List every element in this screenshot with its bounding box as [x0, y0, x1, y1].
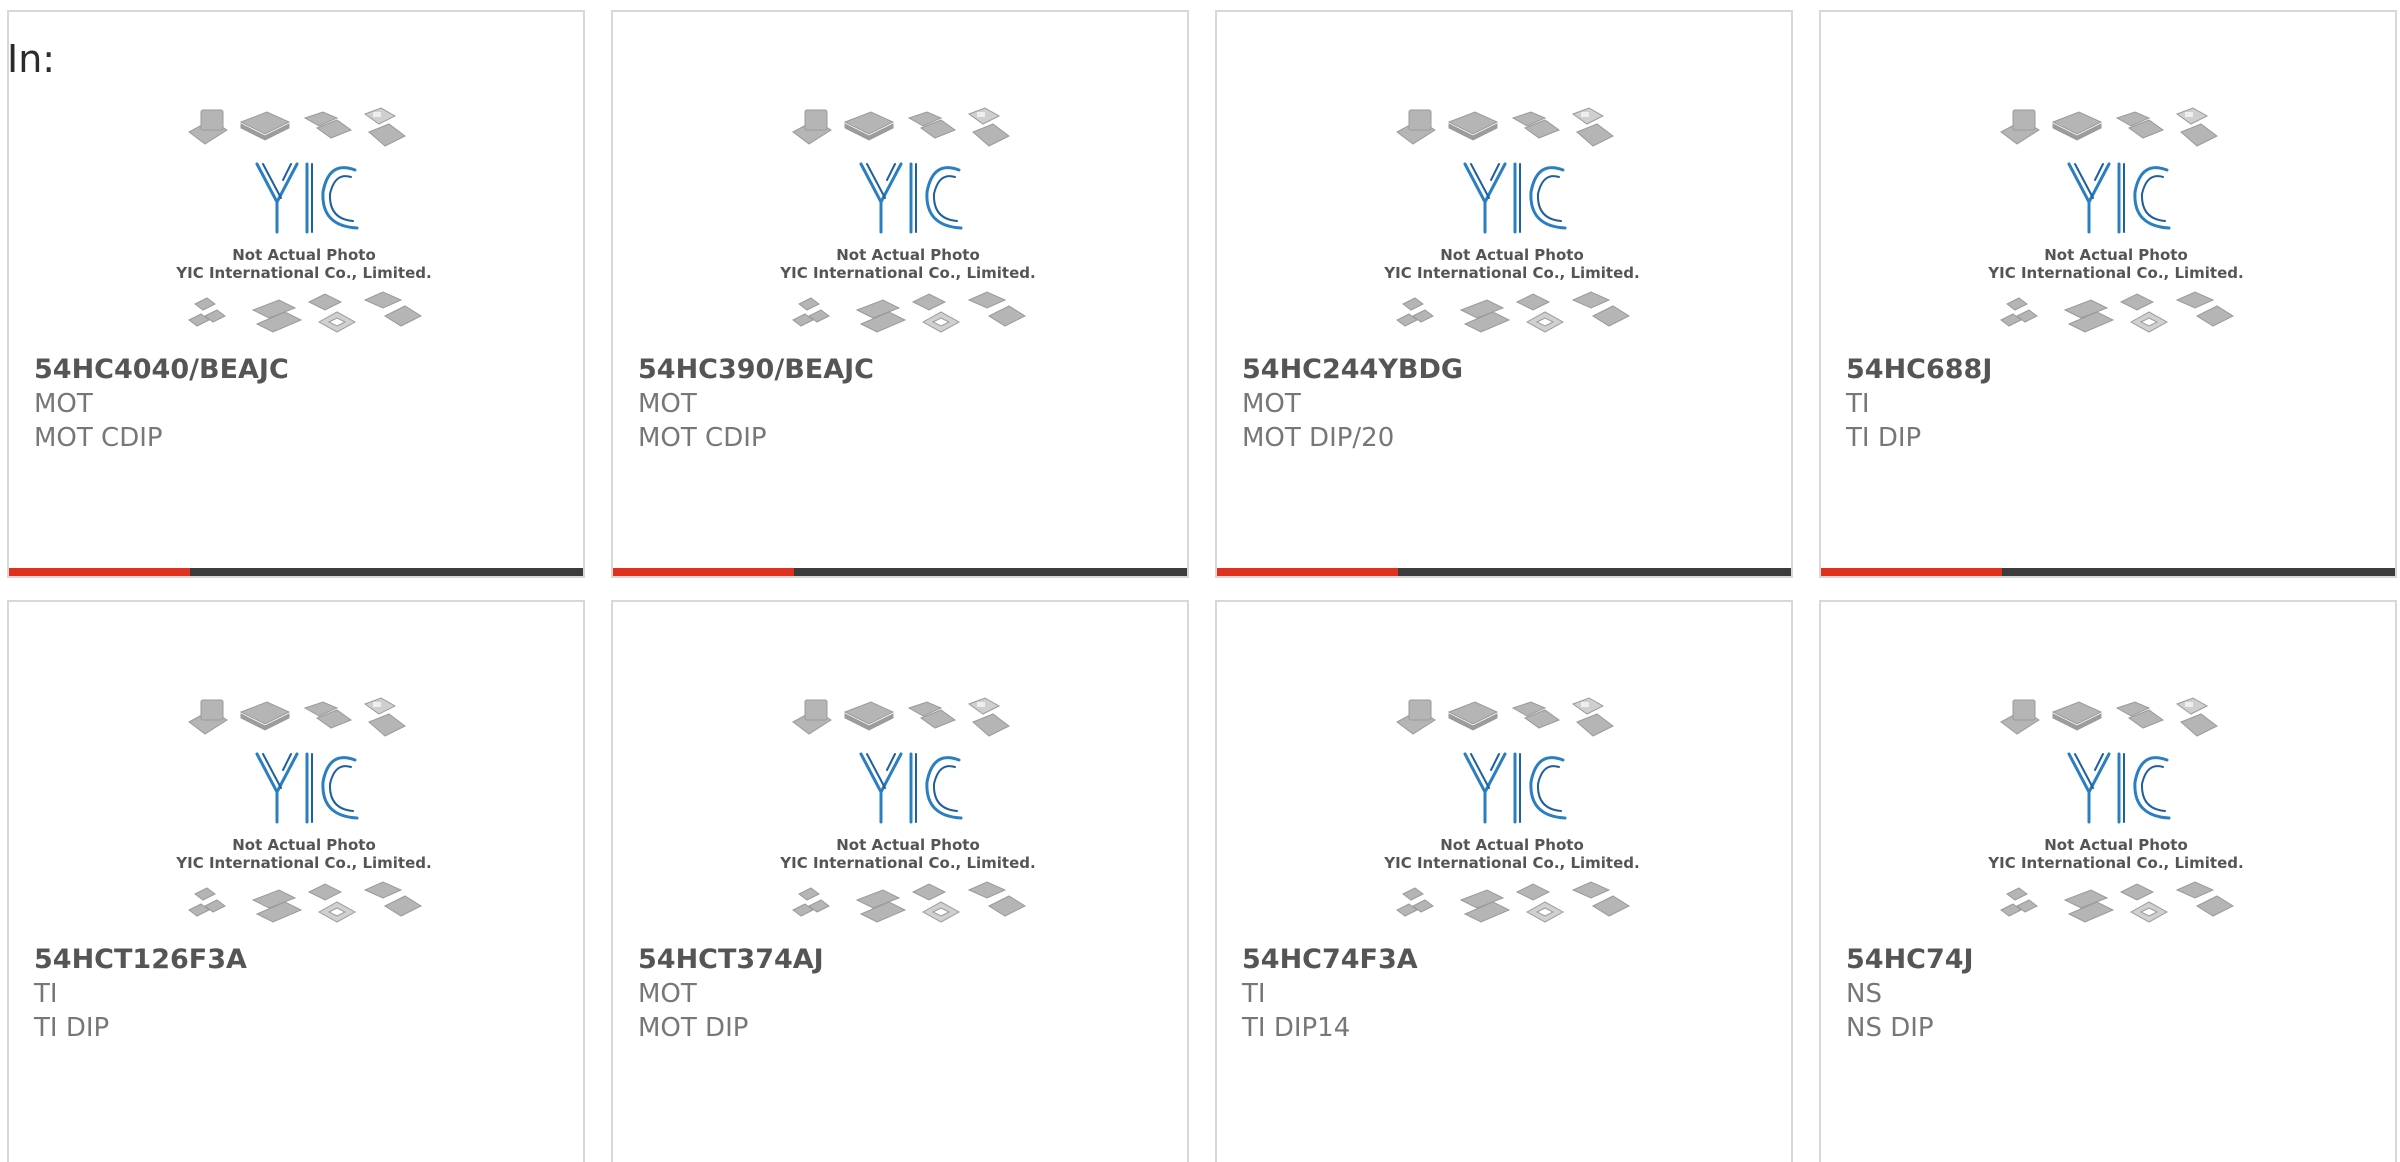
- package-type: MOT DIP: [638, 1013, 749, 1043]
- manufacturer: MOT: [1242, 389, 1301, 419]
- yic-logo-y: [1463, 752, 1507, 824]
- company-name-text: YIC International Co., Limited.: [1987, 854, 2243, 872]
- product-card[interactable]: Not Actual Photo YIC International Co., …: [7, 10, 585, 578]
- manufacturer: TI: [34, 979, 58, 1009]
- card-accent-bar: [9, 568, 583, 576]
- chip-collage-image: Not Actual Photo YIC International Co., …: [175, 107, 432, 333]
- not-actual-photo-text: Not Actual Photo: [836, 246, 980, 264]
- product-photo-placeholder[interactable]: Not Actual Photo YIC International Co., …: [1377, 102, 1647, 347]
- part-number[interactable]: 54HC4040/BEAJC: [34, 354, 289, 385]
- product-card[interactable]: Not Actual Photo YIC International Co., …: [7, 600, 585, 1162]
- page-heading: In:: [7, 37, 56, 81]
- chip-collage-image: Not Actual Photo YIC International Co., …: [1987, 697, 2244, 923]
- yic-logo-y: [859, 752, 903, 824]
- manufacturer: TI: [1242, 979, 1266, 1009]
- chip-collage-image: Not Actual Photo YIC International Co., …: [1383, 107, 1640, 333]
- part-number[interactable]: 54HC74J: [1846, 944, 1974, 975]
- card-accent-bar-fill: [1217, 568, 1398, 576]
- card-accent-bar: [613, 568, 1187, 576]
- manufacturer: MOT: [638, 389, 697, 419]
- package-type: TI DIP: [34, 1013, 110, 1043]
- company-name-text: YIC International Co., Limited.: [1383, 264, 1639, 282]
- card-accent-bar: [1821, 568, 2395, 576]
- yic-logo-y: [2067, 162, 2111, 234]
- product-card[interactable]: Not Actual Photo YIC International Co., …: [1819, 600, 2397, 1162]
- product-photo-placeholder[interactable]: Not Actual Photo YIC International Co., …: [1981, 692, 2251, 937]
- not-actual-photo-text: Not Actual Photo: [1440, 836, 1584, 854]
- chip-collage-image: Not Actual Photo YIC International Co., …: [779, 107, 1036, 333]
- part-number[interactable]: 54HC390/BEAJC: [638, 354, 874, 385]
- yic-logo-y: [2067, 752, 2111, 824]
- package-type: TI DIP: [1846, 423, 1922, 453]
- manufacturer: MOT: [34, 389, 93, 419]
- product-card[interactable]: Not Actual Photo YIC International Co., …: [611, 600, 1189, 1162]
- chip-collage-image: Not Actual Photo YIC International Co., …: [175, 697, 432, 923]
- manufacturer: TI: [1846, 389, 1870, 419]
- product-grid-page: In: Not Actual Photo YIC International C…: [0, 0, 2400, 1162]
- not-actual-photo-text: Not Actual Photo: [2044, 246, 2188, 264]
- part-number[interactable]: 54HC688J: [1846, 354, 1992, 385]
- package-type: NS DIP: [1846, 1013, 1934, 1043]
- product-card[interactable]: Not Actual Photo YIC International Co., …: [1215, 10, 1793, 578]
- yic-logo-y: [859, 162, 903, 234]
- manufacturer: NS: [1846, 979, 1882, 1009]
- product-photo-placeholder[interactable]: Not Actual Photo YIC International Co., …: [169, 692, 439, 937]
- card-accent-bar-fill: [9, 568, 190, 576]
- manufacturer: MOT: [638, 979, 697, 1009]
- yic-logo-y: [255, 752, 299, 824]
- not-actual-photo-text: Not Actual Photo: [1440, 246, 1584, 264]
- company-name-text: YIC International Co., Limited.: [175, 264, 431, 282]
- part-number[interactable]: 54HC74F3A: [1242, 944, 1418, 975]
- company-name-text: YIC International Co., Limited.: [779, 854, 1035, 872]
- product-card[interactable]: Not Actual Photo YIC International Co., …: [1215, 600, 1793, 1162]
- product-card[interactable]: Not Actual Photo YIC International Co., …: [611, 10, 1189, 578]
- product-photo-placeholder[interactable]: Not Actual Photo YIC International Co., …: [169, 102, 439, 347]
- card-accent-bar-fill: [613, 568, 794, 576]
- package-type: MOT DIP/20: [1242, 423, 1395, 453]
- chip-collage-image: Not Actual Photo YIC International Co., …: [779, 697, 1036, 923]
- company-name-text: YIC International Co., Limited.: [779, 264, 1035, 282]
- company-name-text: YIC International Co., Limited.: [175, 854, 431, 872]
- product-photo-placeholder[interactable]: Not Actual Photo YIC International Co., …: [1377, 692, 1647, 937]
- not-actual-photo-text: Not Actual Photo: [836, 836, 980, 854]
- not-actual-photo-text: Not Actual Photo: [2044, 836, 2188, 854]
- product-photo-placeholder[interactable]: Not Actual Photo YIC International Co., …: [1981, 102, 2251, 347]
- not-actual-photo-text: Not Actual Photo: [232, 246, 376, 264]
- package-type: MOT CDIP: [34, 423, 163, 453]
- product-photo-placeholder[interactable]: Not Actual Photo YIC International Co., …: [773, 692, 1043, 937]
- yic-logo-y: [1463, 162, 1507, 234]
- card-accent-bar: [1217, 568, 1791, 576]
- company-name-text: YIC International Co., Limited.: [1383, 854, 1639, 872]
- not-actual-photo-text: Not Actual Photo: [232, 836, 376, 854]
- product-photo-placeholder[interactable]: Not Actual Photo YIC International Co., …: [773, 102, 1043, 347]
- part-number[interactable]: 54HCT126F3A: [34, 944, 247, 975]
- card-accent-bar-fill: [1821, 568, 2002, 576]
- package-type: TI DIP14: [1242, 1013, 1351, 1043]
- chip-collage-image: Not Actual Photo YIC International Co., …: [1987, 107, 2244, 333]
- part-number[interactable]: 54HCT374AJ: [638, 944, 824, 975]
- company-name-text: YIC International Co., Limited.: [1987, 264, 2243, 282]
- chip-collage-image: Not Actual Photo YIC International Co., …: [1383, 697, 1640, 923]
- product-card[interactable]: Not Actual Photo YIC International Co., …: [1819, 10, 2397, 578]
- package-type: MOT CDIP: [638, 423, 767, 453]
- part-number[interactable]: 54HC244YBDG: [1242, 354, 1463, 385]
- yic-logo-y: [255, 162, 299, 234]
